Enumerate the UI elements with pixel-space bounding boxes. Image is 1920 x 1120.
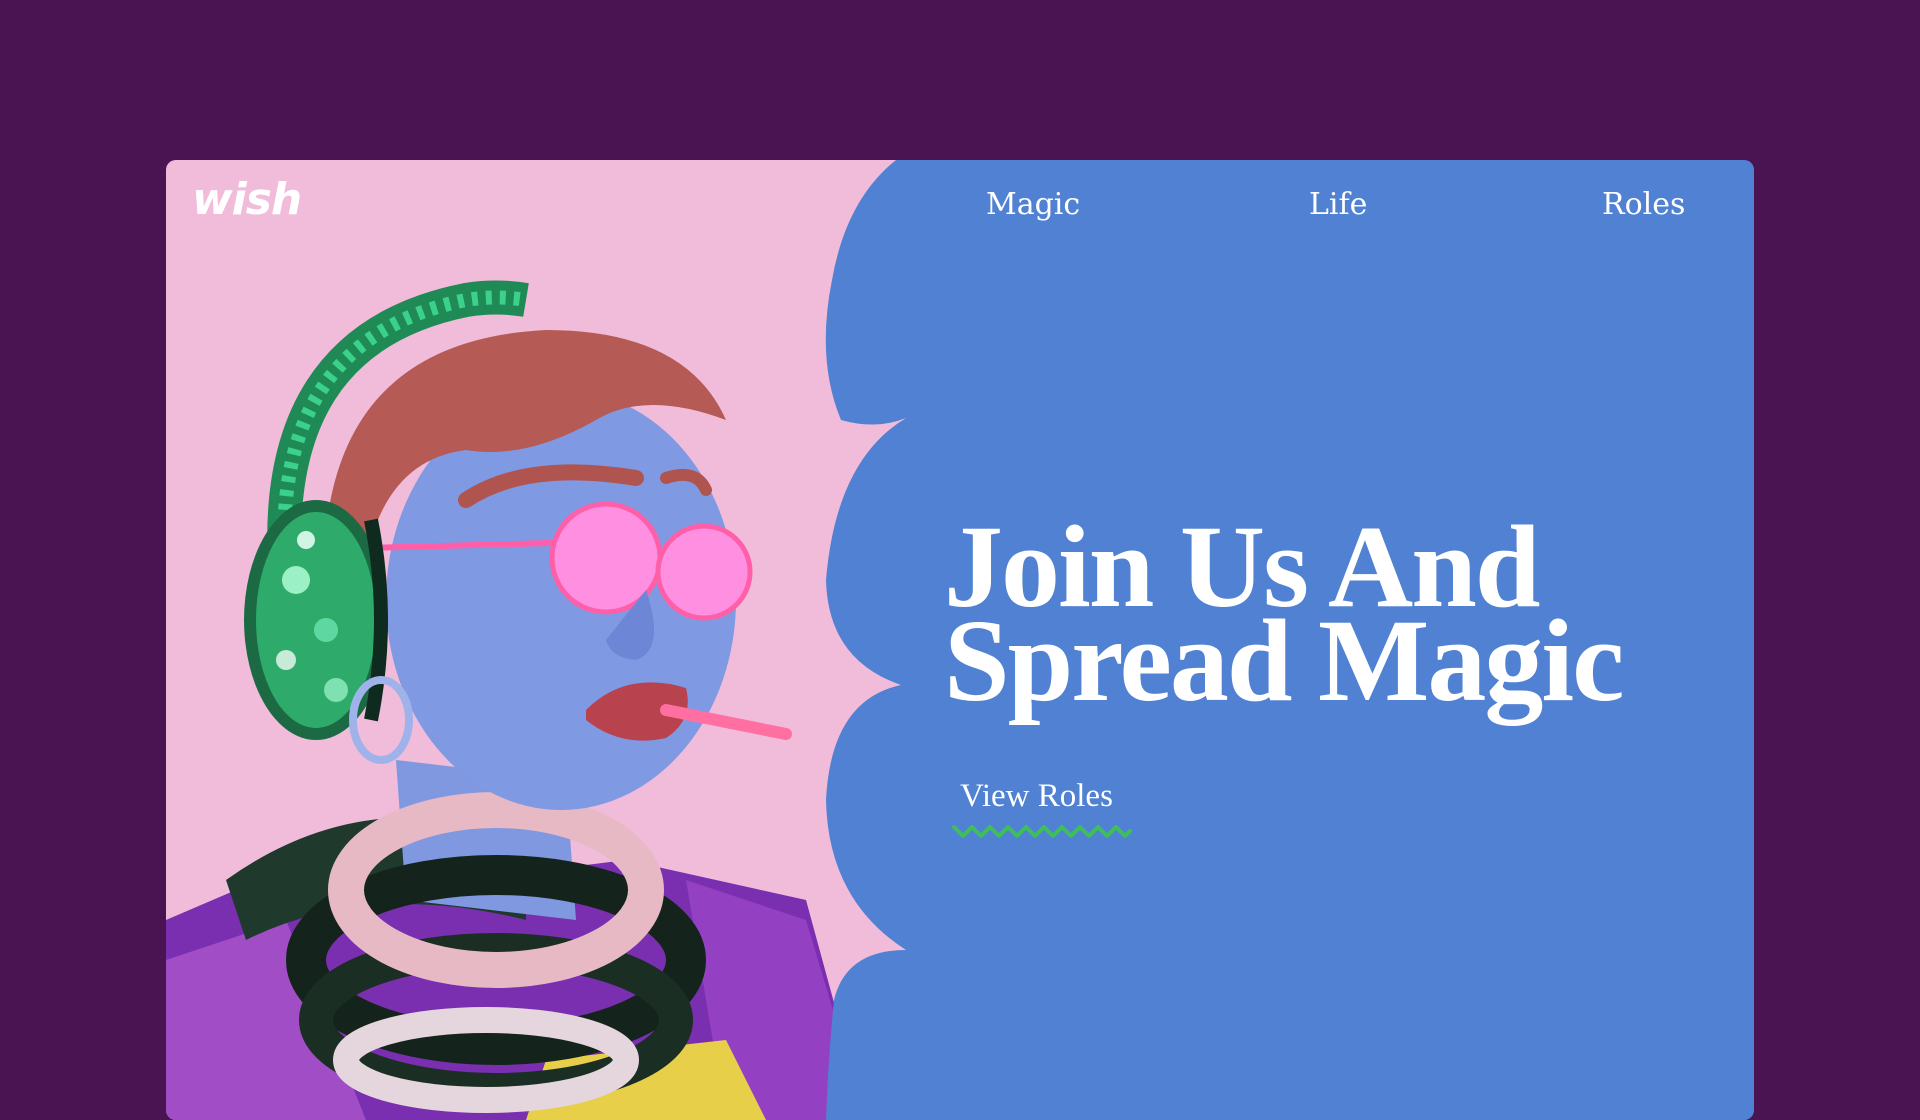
nav-item-roles[interactable]: Roles xyxy=(1602,190,1685,220)
wish-logo[interactable]: wish xyxy=(192,178,302,222)
view-roles-link[interactable]: View Roles xyxy=(952,780,1132,841)
view-roles-label: View Roles xyxy=(960,778,1113,814)
wavy-underline-icon xyxy=(952,825,1132,838)
nav-item-magic[interactable]: Magic xyxy=(986,190,1080,220)
hero-card: wish Magic Life Roles Join Us And Spread… xyxy=(166,160,1754,1120)
nav-item-life[interactable]: Life xyxy=(1309,190,1367,220)
hero-headline-line-2: Spread Magic xyxy=(944,595,1625,726)
hero-headline: Join Us And Spread Magic xyxy=(944,508,1724,726)
